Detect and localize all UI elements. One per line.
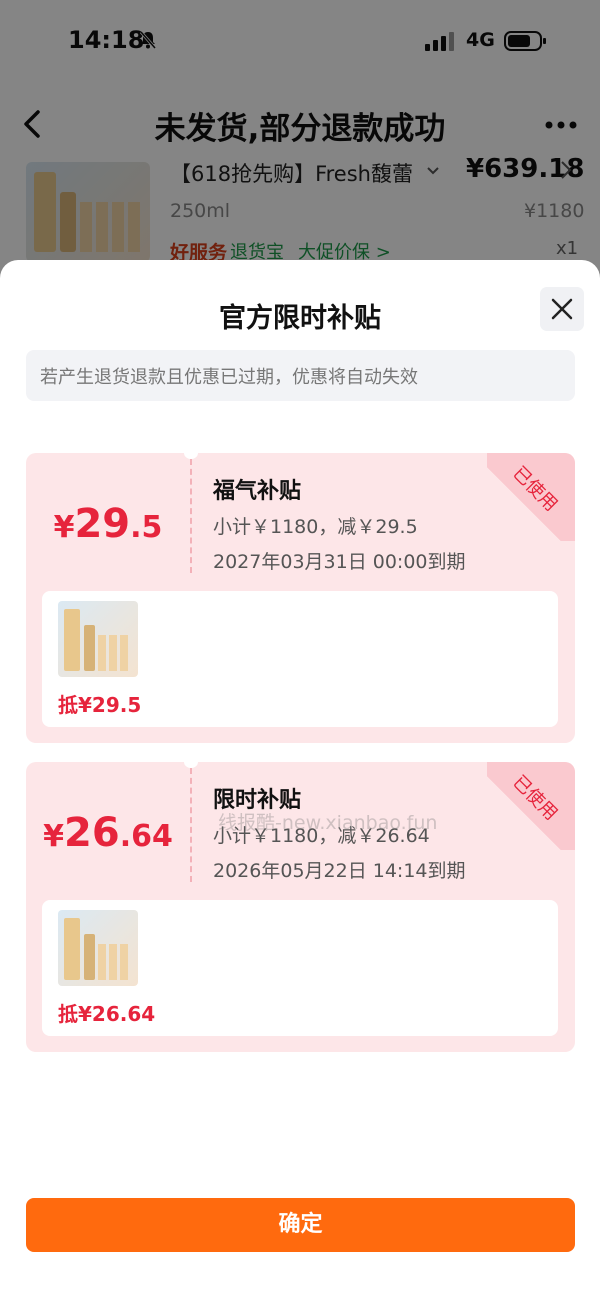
coupon-amount-int: 29: [74, 501, 131, 547]
used-stamp: 已使用: [487, 762, 575, 850]
confirm-button[interactable]: 确定: [26, 1198, 575, 1252]
goods-deduct: 抵¥26.64: [58, 1002, 156, 1026]
coupon-card: ¥26.64 限时补贴 小计￥1180，减￥26.64 2026年05月22日 …: [26, 762, 575, 1052]
coupon-divider: [190, 768, 192, 882]
used-stamp: 已使用: [487, 453, 575, 541]
goods-thumbnail: [58, 910, 138, 986]
coupon-divider: [190, 459, 192, 573]
coupon-amount: ¥26.64: [26, 810, 190, 856]
sheet-title: 官方限时补贴: [219, 303, 381, 334]
watermark: 线报酷-new.xianbao.fun: [218, 812, 438, 834]
coupon-expire: 2027年03月31日 00:00到期: [213, 551, 466, 573]
coupon-amount-dec: .64: [119, 819, 173, 854]
expiry-notice: 若产生退货退款且优惠已过期，优惠将自动失效: [26, 350, 575, 401]
coupon-amount-symbol: ¥: [53, 510, 75, 545]
coupon-amount-int: 26: [64, 810, 120, 856]
coupon-amount: ¥29.5: [26, 501, 190, 547]
coupon-expire: 2026年05月22日 14:14到期: [213, 860, 466, 882]
goods-deduct: 抵¥29.5: [58, 693, 142, 717]
coupon-amount-dec: .5: [130, 510, 163, 545]
coupon-goods: 抵¥29.5: [42, 591, 558, 727]
close-icon: [551, 298, 573, 320]
close-button[interactable]: [540, 287, 584, 331]
coupon-name: 福气补贴: [213, 479, 302, 504]
subsidy-sheet: 官方限时补贴 若产生退货退款且优惠已过期，优惠将自动失效 ¥29.5 福气补贴 …: [0, 260, 600, 1300]
coupon-goods: 抵¥26.64: [42, 900, 558, 1036]
coupon-card: ¥29.5 福气补贴 小计￥1180，减￥29.5 2027年03月31日 00…: [26, 453, 575, 743]
coupon-amount-symbol: ¥: [43, 819, 65, 854]
coupon-detail: 小计￥1180，减￥29.5: [213, 516, 418, 538]
goods-thumbnail: [58, 601, 138, 677]
